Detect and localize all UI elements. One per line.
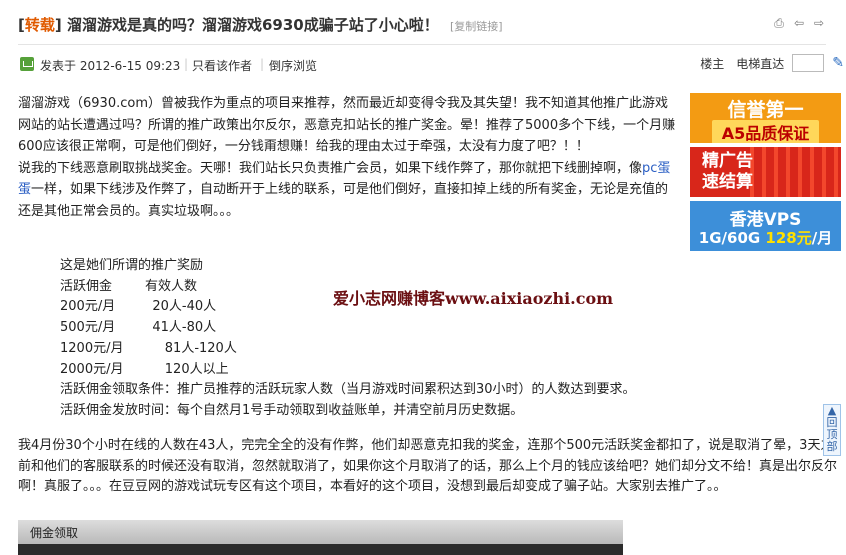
- watermark: 爱小志网赚博客www.aixiaozhi.com: [333, 289, 614, 308]
- paragraph: 我4月份30个小时在线的人数在43人，完完全全的没有作弊，他们却恶意克扣我的奖金…: [18, 438, 838, 494]
- ad-banner-ads[interactable]: 精广告 速结算: [690, 147, 841, 197]
- title-text: 溜溜游戏是真的吗？溜溜游戏6930成骗子站了小心啦！: [66, 16, 439, 34]
- meta-separator: |: [260, 57, 265, 71]
- title-tools: ⎙ ⇦ ⇨: [772, 16, 826, 30]
- incentive-title: 这是她们所谓的推广奖励: [60, 258, 204, 273]
- embedded-screenshot: 佣金领取: [18, 520, 623, 555]
- post-date: 发表于 2012-6-15 09:23: [40, 59, 181, 73]
- incentive-row: 1200元/月 81人-120人: [60, 340, 237, 356]
- paragraph: 溜溜游戏（6930.com）曾被我作为重点的项目来推荐，然而最近却变得令我及其失…: [18, 96, 676, 154]
- incentive-table: 这是她们所谓的推广奖励 活跃佣金 有效人数 200元/月 20人-40人 500…: [60, 256, 636, 422]
- incentive-row: 2000元/月 120人以上: [60, 361, 229, 377]
- paragraph: 说我的下线恶意刷取挑战奖金。天哪！我们站长只负责推广会员，如果下线作弊了，那你就…: [18, 160, 671, 219]
- copy-link-button[interactable]: [复制链接]: [450, 20, 503, 33]
- ad-column: 信誉第一 A5品质保证 精广告 速结算 香港VPS 1G/60G 128元/月: [690, 93, 841, 255]
- meta-separator: |: [184, 57, 189, 71]
- ad-banner-vps[interactable]: 香港VPS 1G/60G 128元/月: [690, 201, 841, 251]
- floor-owner-label: 楼主: [700, 56, 725, 71]
- floor-number-input[interactable]: [792, 54, 825, 72]
- post-body: 溜溜游戏（6930.com）曾被我作为重点的项目来推荐，然而最近却变得令我及其失…: [18, 93, 678, 222]
- header-divider: [18, 44, 826, 45]
- repost-tag: [转载]: [18, 16, 62, 34]
- thread-title-bar: [转载] 溜溜游戏是真的吗？溜溜游戏6930成骗子站了小心啦！ [复制链接] ⎙…: [18, 12, 826, 40]
- thread-title: [转载] 溜溜游戏是真的吗？溜溜游戏6930成骗子站了小心啦！ [复制链接]: [18, 14, 503, 35]
- next-thread-icon[interactable]: ⇨: [812, 16, 826, 30]
- floor-nav: 楼主 电梯直达 ✎: [700, 54, 844, 72]
- reverse-order-link[interactable]: 倒序浏览: [269, 57, 317, 74]
- incentive-payout: 活跃佣金发放时间：每个自然月1号手动领取到收益账单，并清空前月历史数据。: [60, 402, 524, 418]
- back-to-top-button[interactable]: ▲ 回顶部: [823, 404, 841, 456]
- incentive-condition: 活跃佣金领取条件：推广员推荐的活跃玩家人数（当月游戏时间累积达到30小时）的人数…: [60, 382, 636, 398]
- post-meta: 发表于 2012-6-15 09:23 | 只看该作者 | 倒序浏览 楼主 电梯…: [18, 54, 844, 76]
- print-icon[interactable]: ⎙: [772, 16, 786, 30]
- only-author-link[interactable]: 只看该作者: [192, 57, 252, 74]
- poster-icon: [20, 57, 34, 71]
- incentive-row: 500元/月 41人-80人: [60, 320, 217, 336]
- ad-banner-a5[interactable]: 信誉第一 A5品质保证: [690, 93, 841, 143]
- go-icon[interactable]: ✎: [832, 55, 844, 71]
- screenshot-label: 佣金领取: [30, 526, 79, 540]
- elevator-label: 电梯直达: [736, 56, 785, 71]
- prev-thread-icon[interactable]: ⇦: [792, 16, 806, 30]
